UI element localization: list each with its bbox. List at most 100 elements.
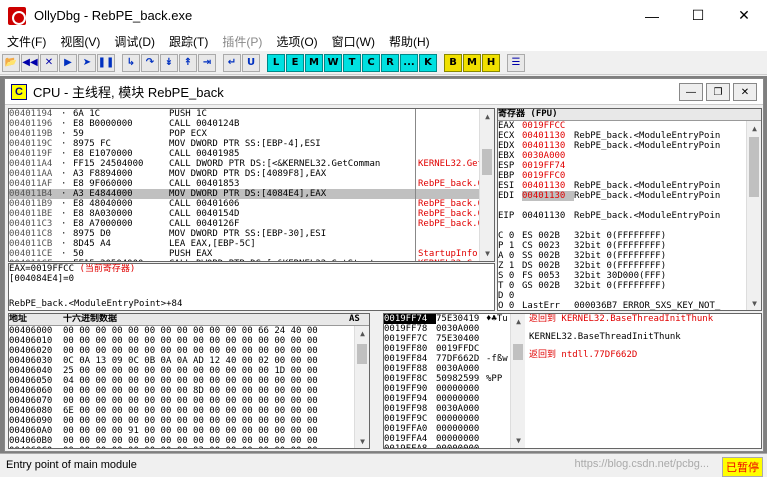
dump-row[interactable]: 004060A0 00 00 00 00 91 00 00 00 00 00 00… — [9, 426, 369, 436]
dump-row[interactable]: 004060C000 00 00 00 00 00 00 00 03 00 00… — [9, 446, 369, 448]
rewind-icon[interactable]: ◀◀ — [21, 53, 39, 72]
register-value[interactable]: 00401130 — [522, 141, 574, 151]
register-value[interactable]: 0030A000 — [522, 151, 574, 161]
register-row[interactable]: ESP 0019FF74 — [498, 161, 761, 171]
dump-row[interactable]: 00406050 04 00 00 00 00 00 00 00 00 00 00… — [9, 376, 369, 386]
register-row[interactable]: EBX 0030A000 — [498, 151, 761, 161]
disassembly-row[interactable]: 004011CF·FF15 20504000CALL DWORD PTR DS:… — [9, 259, 494, 261]
register-value[interactable]: DS 002B — [522, 261, 574, 271]
scroll-up-icon[interactable]: ▲ — [747, 121, 761, 136]
scroll-down-icon[interactable]: ▼ — [480, 246, 494, 261]
register-value[interactable] — [522, 201, 574, 211]
disassembly-row[interactable]: 0040119F · E8 E1070000 CALL 00401985 — [9, 149, 494, 159]
register-row[interactable]: EDX 00401130 RebPE_back.<ModuleEntryPoin — [498, 141, 761, 151]
cpu-restore-button[interactable]: ❐ — [706, 83, 730, 101]
register-value[interactable]: GS 002B — [522, 281, 574, 291]
trace-over-icon[interactable]: ↟ — [179, 53, 197, 72]
disassembly-row[interactable]: 0040119B · 59 POP ECX — [9, 129, 494, 139]
stack-row[interactable]: 0019FF88 0030A000 — [384, 364, 510, 374]
u-icon[interactable]: U — [242, 53, 260, 72]
register-row[interactable]: Z 1 DS 002B 32bit 0(FFFFFFFF) — [498, 261, 761, 271]
dump-row[interactable]: 00406000 00 00 00 00 00 00 00 00 00 00 00… — [9, 326, 369, 336]
scroll-down-icon[interactable]: ▼ — [747, 296, 761, 310]
menu-debug[interactable]: 调试(D) — [107, 33, 162, 50]
registers-scrollbar[interactable]: ▲ ▼ — [746, 121, 761, 310]
scroll-down-icon[interactable]: ▼ — [511, 433, 526, 448]
toolbar-callstack-button[interactable]: K — [419, 53, 437, 72]
menu-window[interactable]: 窗口(W) — [325, 33, 382, 50]
list-icon[interactable]: ☰ — [507, 53, 525, 72]
stack-row[interactable]: 0019FF9C 00000000 — [384, 414, 510, 424]
toolbar-hardware-bp-button[interactable]: H — [482, 53, 500, 72]
step-over-icon[interactable]: ↷ — [141, 53, 159, 72]
disassembly-row[interactable]: 004011C3 · E8 A7000000 CALL 0040126F RebPE_b… — [9, 219, 494, 229]
register-value[interactable]: FS 0053 — [522, 271, 574, 281]
register-row[interactable]: EDI 00401130 RebPE_back.<ModuleEntryPoin — [498, 191, 761, 201]
register-row[interactable]: O 0 LastErr 000036B7 ERROR_SXS_KEY_NOT_ — [498, 301, 761, 310]
disassembly-row[interactable]: 004011CE · 50 PUSH EAX StartupInfo — [9, 249, 494, 259]
register-value[interactable]: ES 002B — [522, 231, 574, 241]
register-row[interactable] — [498, 221, 761, 231]
register-row[interactable]: ECX 00401130 RebPE_back.<ModuleEntryPoin — [498, 131, 761, 141]
stack-row[interactable]: 0019FF78 0030A000 — [384, 324, 510, 334]
stack-pane[interactable]: ▲ ▼ 0019FF74 75E30419 ♦♣Tu 0019FF78 0030A000… — [383, 313, 762, 449]
register-value[interactable]: 00401130 — [522, 181, 574, 191]
stack-scrollbar[interactable]: ▲ ▼ — [510, 314, 525, 448]
register-value[interactable]: SS 002B — [522, 251, 574, 261]
register-value[interactable]: 00401130 — [522, 211, 574, 221]
disassembly-row[interactable]: 004011B4 · A3 E4844000 MOV DWORD PTR DS:[40… — [9, 189, 494, 199]
register-row[interactable] — [498, 201, 761, 211]
dump-row[interactable]: 00406030 0C 0A 13 09 0C 0B 0A 0A AD 12 40… — [9, 356, 369, 366]
register-value[interactable]: 00401130 — [522, 191, 574, 201]
toolbar-runtrace-button[interactable]: ... — [400, 53, 418, 72]
goto-icon[interactable]: ↵ — [223, 53, 241, 72]
disassembly-row[interactable]: 004011B9 · E8 48040000 CALL 00401606 RebPE_b… — [9, 199, 494, 209]
register-row[interactable]: T 0 GS 002B 32bit 0(FFFFFFFF) — [498, 281, 761, 291]
maximize-button[interactable]: ☐ — [675, 0, 721, 31]
menu-view[interactable]: 视图(V) — [53, 33, 107, 50]
stack-row[interactable]: 0019FF7C 75E30400 — [384, 334, 510, 344]
pause-icon[interactable]: ❚❚ — [97, 53, 115, 72]
run-icon[interactable]: ▶ — [59, 53, 77, 72]
scroll-up-icon[interactable]: ▲ — [355, 326, 369, 341]
scroll-down-icon[interactable]: ▼ — [355, 434, 369, 448]
dump-scrollbar[interactable]: ▲ ▼ — [354, 326, 369, 448]
stack-row[interactable]: 0019FF84 77DF662D -fßw — [384, 354, 510, 364]
register-value[interactable]: 0019FFCC — [522, 121, 574, 131]
menu-trace[interactable]: 跟踪(T) — [162, 33, 215, 50]
stack-row[interactable]: 0019FFA4 00000000 — [384, 434, 510, 444]
disassembly-row[interactable]: 004011AA · A3 F8894000 MOV DWORD PTR DS:[40… — [9, 169, 494, 179]
register-row[interactable]: EIP 00401130 RebPE_back.<ModuleEntryPoin — [498, 211, 761, 221]
stack-row[interactable]: 0019FF90 00000000 — [384, 384, 510, 394]
dump-row[interactable]: 00406040 25 00 00 00 00 00 00 00 00 00 00… — [9, 366, 369, 376]
minimize-button[interactable]: — — [629, 0, 675, 31]
dump-row[interactable]: 00406080 6E 00 00 00 00 00 00 00 00 00 00… — [9, 406, 369, 416]
toolbar-breakpoints-button[interactable]: B — [444, 53, 462, 72]
register-row[interactable]: D 0 — [498, 291, 761, 301]
register-row[interactable]: EBP 0019FFC0 — [498, 171, 761, 181]
stack-row[interactable]: 0019FF94 00000000 — [384, 394, 510, 404]
menu-file[interactable]: 文件(F) — [0, 33, 53, 50]
stack-row[interactable]: 0019FF8C 50982599 %PP — [384, 374, 510, 384]
stack-row[interactable]: 0019FFA0 00000000 — [384, 424, 510, 434]
disassembly-row[interactable]: 004011AF · E8 9F060000 CALL 00401853 RebPE_b… — [9, 179, 494, 189]
dump-pane[interactable]: 地址 十六进制数据 AS 00406000 00 00 00 00 00 00 00 … — [8, 313, 370, 449]
dump-row[interactable]: 00406090 00 00 00 00 00 00 00 00 00 00 00… — [9, 416, 369, 426]
disassembly-scrollbar[interactable]: ▲ ▼ — [479, 109, 494, 261]
register-value[interactable]: 0019FF74 — [522, 161, 574, 171]
dump-header-address[interactable]: 地址 — [9, 314, 63, 324]
disassembly-row[interactable]: 004011A4 · FF15 24504000 CALL DWORD PTR DS:… — [9, 159, 494, 169]
toolbar-windows-button[interactable]: W — [324, 53, 342, 72]
stack-row[interactable]: 0019FF98 0030A000 — [384, 404, 510, 414]
register-row[interactable]: A 0 SS 002B 32bit 0(FFFFFFFF) — [498, 251, 761, 261]
close-file-icon[interactable]: ✕ — [40, 53, 58, 72]
register-value[interactable]: LastErr — [522, 301, 574, 310]
register-row[interactable]: ESI 00401130 RebPE_back.<ModuleEntryPoin — [498, 181, 761, 191]
cpu-minimize-button[interactable]: — — [679, 83, 703, 101]
scroll-up-icon[interactable]: ▲ — [480, 109, 494, 124]
menu-help[interactable]: 帮助(H) — [382, 33, 437, 50]
menu-plugins[interactable]: 插件(P) — [215, 33, 269, 50]
toolbar-log-button[interactable]: L — [267, 53, 285, 72]
register-value[interactable]: 00401130 — [522, 131, 574, 141]
run-thread-icon[interactable]: ➤ — [78, 53, 96, 72]
